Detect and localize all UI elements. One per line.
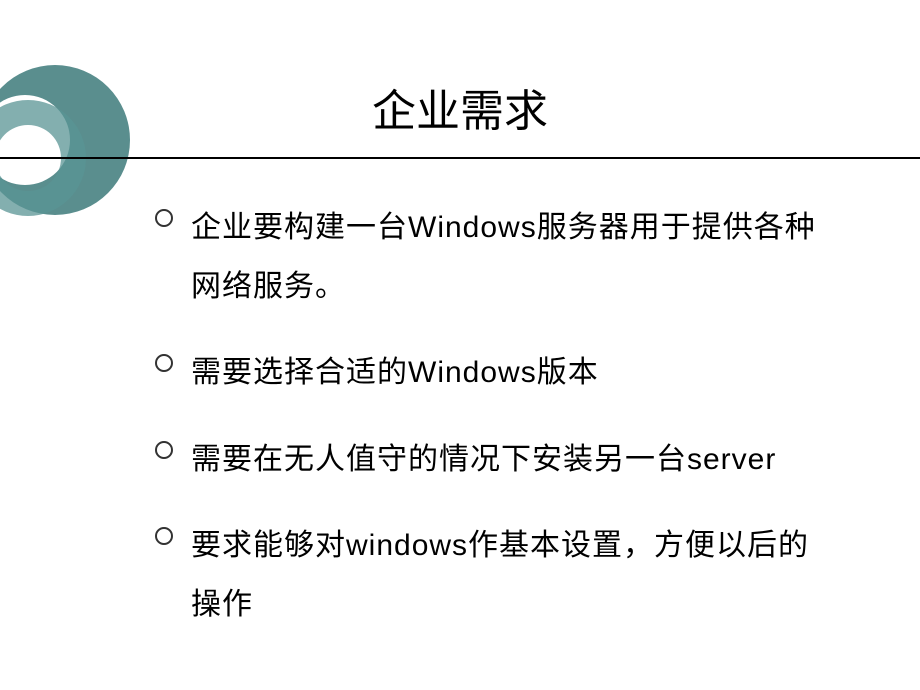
bullet-item: 企业要构建一台Windows服务器用于提供各种网络服务。 xyxy=(155,199,840,316)
bullet-text: 要求能够对windows作基本设置，方便以后的操作 xyxy=(191,517,840,634)
circle-bullet-icon xyxy=(155,209,173,227)
content-area: 企业要构建一台Windows服务器用于提供各种网络服务。 需要选择合适的Wind… xyxy=(0,159,920,634)
slide-title: 企业需求 xyxy=(0,75,920,139)
circle-bullet-icon xyxy=(155,527,173,545)
bullet-item: 要求能够对windows作基本设置，方便以后的操作 xyxy=(155,517,840,634)
bullet-item: 需要在无人值守的情况下安装另一台server xyxy=(155,431,840,490)
bullet-text: 需要选择合适的Windows版本 xyxy=(191,344,599,403)
bullet-text: 企业要构建一台Windows服务器用于提供各种网络服务。 xyxy=(191,199,840,316)
bullet-item: 需要选择合适的Windows版本 xyxy=(155,344,840,403)
title-section: 企业需求 xyxy=(0,0,920,159)
circle-bullet-icon xyxy=(155,354,173,372)
circle-bullet-icon xyxy=(155,441,173,459)
bullet-text: 需要在无人值守的情况下安装另一台server xyxy=(191,431,776,490)
